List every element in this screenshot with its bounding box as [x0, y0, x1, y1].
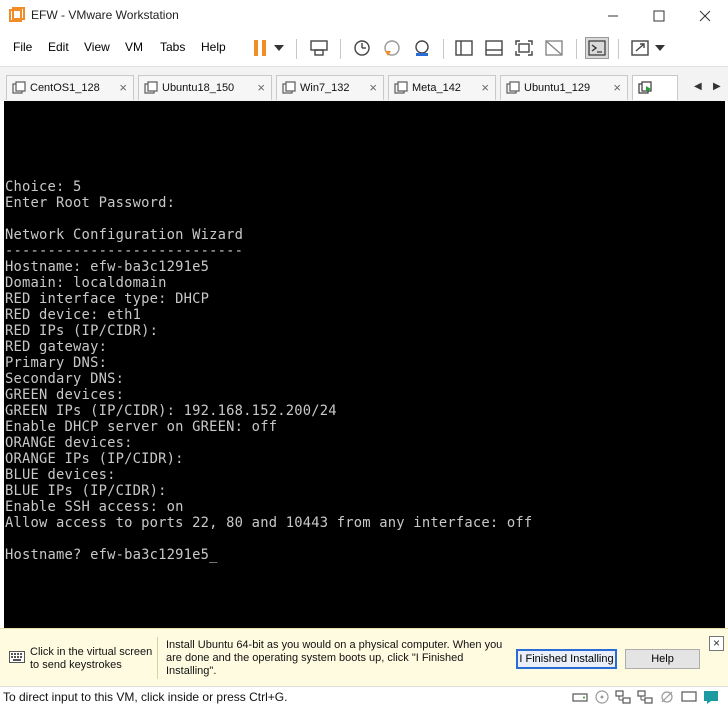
- vm-icon: [144, 81, 158, 94]
- i-finished-installing-button[interactable]: I Finished Installing: [516, 649, 617, 669]
- menu-view[interactable]: View: [84, 40, 110, 54]
- vm-icon: [12, 81, 26, 94]
- hint-click-text: Click in the virtual screen to send keys…: [30, 646, 153, 671]
- take-snapshot-button[interactable]: [350, 37, 374, 59]
- message-log-icon[interactable]: [703, 690, 719, 704]
- stretch-guest-button[interactable]: [628, 37, 652, 59]
- thumbnail-bar-icon: [485, 40, 503, 56]
- menu-tabs[interactable]: Tabs: [160, 40, 185, 54]
- maximize-button[interactable]: [636, 0, 682, 31]
- title-bar: EFW - VMware Workstation: [0, 0, 728, 31]
- menu-help[interactable]: Help: [201, 40, 226, 54]
- hint-separator: [157, 637, 158, 679]
- tab-win7-132[interactable]: Win7_132 ×: [276, 75, 384, 100]
- pause-icon: [254, 40, 266, 56]
- tab-close-icon[interactable]: ×: [481, 80, 489, 95]
- tab-close-icon[interactable]: ×: [613, 80, 621, 95]
- network-adapter-2-icon[interactable]: [637, 690, 653, 704]
- send-ctrl-alt-del-button[interactable]: [307, 37, 331, 59]
- tab-scroll-left-icon[interactable]: ◀: [694, 81, 702, 92]
- tab-scroll-right-icon[interactable]: ▶: [713, 81, 721, 92]
- revert-snapshot-icon: [384, 40, 400, 56]
- toolbar-separator: [340, 39, 341, 59]
- toolbar-separator: [296, 39, 297, 59]
- snapshot-manager-button[interactable]: [410, 37, 434, 59]
- install-hint-bar: Click in the virtual screen to send keys…: [0, 628, 728, 686]
- console-output: Choice: 5 Enter Root Password: Network C…: [5, 179, 533, 563]
- unity-button[interactable]: [542, 37, 566, 59]
- hint-install-text: Install Ubuntu 64-bit as you would on a …: [166, 639, 503, 677]
- tab-close-icon[interactable]: ×: [119, 80, 127, 95]
- status-bar: To direct input to this VM, click inside…: [0, 686, 728, 707]
- vm-icon: [506, 81, 520, 94]
- hard-disk-icon[interactable]: [572, 690, 588, 704]
- menu-toolbar-bar: File Edit View VM Tabs Help: [0, 31, 728, 66]
- unity-icon: [545, 40, 563, 56]
- close-icon: [699, 10, 711, 21]
- window-title: EFW - VMware Workstation: [31, 8, 179, 22]
- snapshot-manager-icon: [415, 40, 429, 56]
- stretch-icon: [631, 40, 649, 56]
- cd-rom-icon[interactable]: [594, 690, 610, 704]
- stretch-dropdown-button[interactable]: [652, 37, 668, 59]
- vm-running-icon: [638, 81, 652, 94]
- tab-label: Ubuntu1_129: [524, 82, 591, 94]
- power-dropdown-button[interactable]: [270, 37, 288, 59]
- dropdown-icon: [274, 45, 284, 51]
- tab-close-icon[interactable]: ×: [369, 80, 377, 95]
- thumbnail-bar-button[interactable]: [482, 37, 506, 59]
- library-icon: [455, 40, 473, 56]
- revert-snapshot-button[interactable]: [380, 37, 404, 59]
- tab-close-icon[interactable]: ×: [257, 80, 265, 95]
- tab-label: Meta_142: [412, 82, 461, 94]
- close-window-button[interactable]: [682, 0, 728, 31]
- minimize-icon: [608, 15, 618, 16]
- tab-ubuntu18-150[interactable]: Ubuntu18_150 ×: [138, 75, 272, 100]
- maximize-icon: [653, 10, 665, 21]
- toolbar-separator: [443, 39, 444, 59]
- toolbar-separator: [576, 39, 577, 59]
- tab-efw-active[interactable]: [632, 75, 678, 100]
- vm-tab-bar: CentOS1_128 × Ubuntu18_150 × Win7_132 × …: [0, 66, 728, 102]
- console-view-button[interactable]: [585, 37, 609, 59]
- show-library-button[interactable]: [452, 37, 476, 59]
- vm-icon: [394, 81, 408, 94]
- display-icon[interactable]: [681, 690, 697, 704]
- snapshot-icon: [354, 40, 370, 56]
- fullscreen-icon: [515, 40, 533, 56]
- full-screen-button[interactable]: [512, 37, 536, 59]
- tab-label: CentOS1_128: [30, 82, 100, 94]
- usb-controller-icon[interactable]: [659, 690, 675, 704]
- tab-meta-142[interactable]: Meta_142 ×: [388, 75, 496, 100]
- status-message: To direct input to this VM, click inside…: [3, 690, 288, 704]
- vm-icon: [282, 81, 296, 94]
- keyboard-icon: [9, 651, 25, 663]
- tab-label: Ubuntu18_150: [162, 82, 235, 94]
- hint-close-icon[interactable]: ×: [709, 636, 724, 651]
- vmware-logo-icon: [9, 7, 25, 22]
- menu-file[interactable]: File: [13, 40, 32, 54]
- toolbar-separator: [618, 39, 619, 59]
- help-button[interactable]: Help: [625, 649, 700, 669]
- console-view-icon: [588, 40, 606, 56]
- dropdown-icon: [655, 45, 665, 51]
- menu-edit[interactable]: Edit: [48, 40, 69, 54]
- vm-console-screen[interactable]: Choice: 5 Enter Root Password: Network C…: [4, 101, 725, 628]
- menu-vm[interactable]: VM: [125, 40, 143, 54]
- send-ctrl-alt-del-icon: [310, 40, 328, 56]
- pause-button[interactable]: [248, 37, 272, 59]
- tab-label: Win7_132: [300, 82, 350, 94]
- network-adapter-icon[interactable]: [615, 690, 631, 704]
- minimize-button[interactable]: [590, 0, 636, 31]
- tab-centos1-128[interactable]: CentOS1_128 ×: [6, 75, 134, 100]
- tab-ubuntu1-129[interactable]: Ubuntu1_129 ×: [500, 75, 628, 100]
